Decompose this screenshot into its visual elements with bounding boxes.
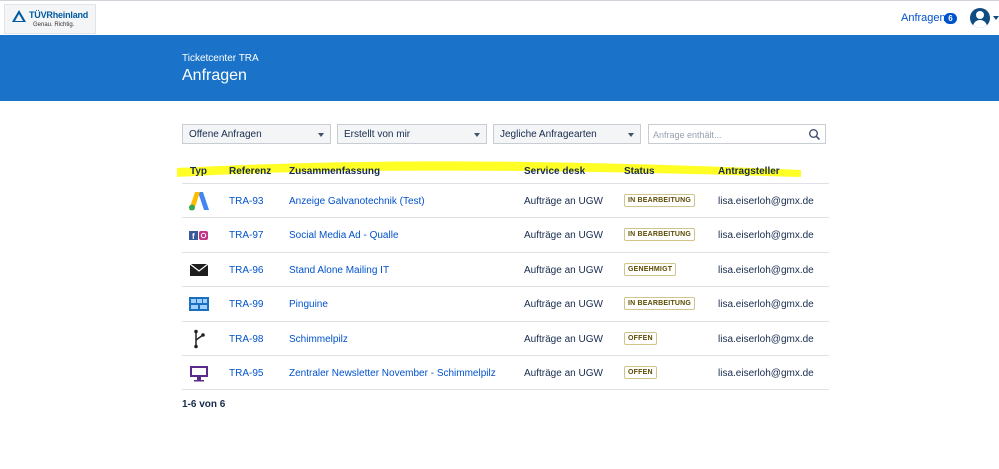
search-box: [648, 124, 826, 144]
breadcrumb[interactable]: Ticketcenter TRA: [182, 53, 259, 64]
top-bar: TÜVRheinland Genau. Richtig. Anfragen 6: [0, 0, 999, 36]
chevron-down-icon: [474, 133, 480, 137]
google-ads-icon: [189, 192, 209, 211]
table-row[interactable]: TRA-98 Schimmelpilz Aufträge an UGW OFFE…: [182, 321, 829, 355]
status-badge: GENEHMIGT: [624, 263, 677, 276]
table-row[interactable]: TRA-96 Stand Alone Mailing IT Aufträge a…: [182, 252, 829, 286]
service-desk-value: Aufträge an UGW: [524, 265, 603, 276]
request-reference-link[interactable]: TRA-99: [229, 299, 263, 310]
request-summary-link[interactable]: Schimmelpilz: [289, 334, 348, 345]
table-row[interactable]: TRA-99 Pinguine Aufträge an UGW IN BEARB…: [182, 286, 829, 320]
requester-value: lisa.eiserloh@gmx.de: [718, 299, 814, 310]
user-avatar[interactable]: [970, 8, 990, 28]
monitor-icon: [190, 366, 208, 382]
status-filter-select[interactable]: Offene Anfragen: [182, 124, 331, 144]
page-title: Anfragen: [182, 67, 247, 84]
nav-requests-link[interactable]: Anfragen: [901, 12, 946, 24]
request-summary-link[interactable]: Pinguine: [289, 299, 328, 310]
column-header-requester[interactable]: Antragsteller: [718, 166, 780, 177]
column-header-reference[interactable]: Referenz: [229, 166, 271, 177]
request-summary-link[interactable]: Anzeige Galvanotechnik (Test): [289, 196, 425, 207]
request-reference-link[interactable]: TRA-96: [229, 265, 263, 276]
branch-icon: [194, 329, 205, 349]
search-input[interactable]: [653, 128, 803, 141]
column-header-type[interactable]: Typ: [190, 166, 207, 177]
table-divider: [182, 389, 829, 390]
chevron-down-icon[interactable]: [993, 16, 999, 20]
table-row[interactable]: TRA-95 Zentraler Newsletter November - S…: [182, 355, 829, 389]
column-header-status[interactable]: Status: [624, 166, 655, 177]
chevron-down-icon: [628, 133, 634, 137]
envelope-icon: [189, 263, 209, 276]
request-summary-link[interactable]: Zentraler Newsletter November - Schimmel…: [289, 368, 496, 379]
status-badge: IN BEARBEITUNG: [624, 228, 696, 241]
request-summary-link[interactable]: Social Media Ad - Qualle: [289, 230, 399, 241]
requester-value: lisa.eiserloh@gmx.de: [718, 265, 814, 276]
type-filter-value: Jegliche Anfragearten: [500, 129, 597, 140]
requester-value: lisa.eiserloh@gmx.de: [718, 230, 814, 241]
social-media-icon: f: [189, 231, 208, 241]
column-header-summary[interactable]: Zusammenfassung: [289, 166, 380, 177]
service-desk-value: Aufträge an UGW: [524, 334, 603, 345]
service-desk-value: Aufträge an UGW: [524, 196, 603, 207]
table-row[interactable]: f TRA-97 Social Media Ad - Qualle Aufträ…: [182, 217, 829, 251]
service-desk-value: Aufträge an UGW: [524, 299, 603, 310]
status-badge: OFFEN: [624, 332, 657, 345]
status-badge: IN BEARBEITUNG: [624, 194, 696, 207]
request-reference-link[interactable]: TRA-97: [229, 230, 263, 241]
logo-brand-text: TÜVRheinland: [29, 10, 89, 20]
search-icon[interactable]: [808, 128, 821, 141]
chevron-down-icon: [318, 133, 324, 137]
triangle-logo-icon: [12, 10, 26, 22]
column-header-service-desk[interactable]: Service desk: [524, 166, 585, 177]
service-desk-value: Aufträge an UGW: [524, 230, 603, 241]
svg-text:f: f: [192, 232, 195, 241]
status-badge: IN BEARBEITUNG: [624, 297, 696, 310]
page-banner: Ticketcenter TRA Anfragen: [0, 35, 999, 101]
status-filter-value: Offene Anfragen: [189, 129, 262, 140]
creator-filter-value: Erstellt von mir: [344, 129, 411, 140]
creator-filter-select[interactable]: Erstellt von mir: [337, 124, 487, 144]
request-reference-link[interactable]: TRA-93: [229, 196, 263, 207]
requester-value: lisa.eiserloh@gmx.de: [718, 368, 814, 379]
request-reference-link[interactable]: TRA-98: [229, 334, 263, 345]
requester-value: lisa.eiserloh@gmx.de: [718, 196, 814, 207]
service-desk-value: Aufträge an UGW: [524, 368, 603, 379]
status-badge: OFFEN: [624, 366, 657, 379]
requests-count-badge: 6: [944, 13, 957, 24]
banner-ad-icon: [189, 297, 209, 311]
request-reference-link[interactable]: TRA-95: [229, 368, 263, 379]
logo-tagline: Genau. Richtig.: [33, 22, 75, 28]
tuv-rheinland-logo[interactable]: TÜVRheinland Genau. Richtig.: [4, 4, 96, 34]
request-summary-link[interactable]: Stand Alone Mailing IT: [289, 265, 389, 276]
result-count: 1-6 von 6: [182, 399, 226, 410]
table-row[interactable]: TRA-93 Anzeige Galvanotechnik (Test) Auf…: [182, 183, 829, 217]
requester-value: lisa.eiserloh@gmx.de: [718, 334, 814, 345]
type-filter-select[interactable]: Jegliche Anfragearten: [493, 124, 641, 144]
